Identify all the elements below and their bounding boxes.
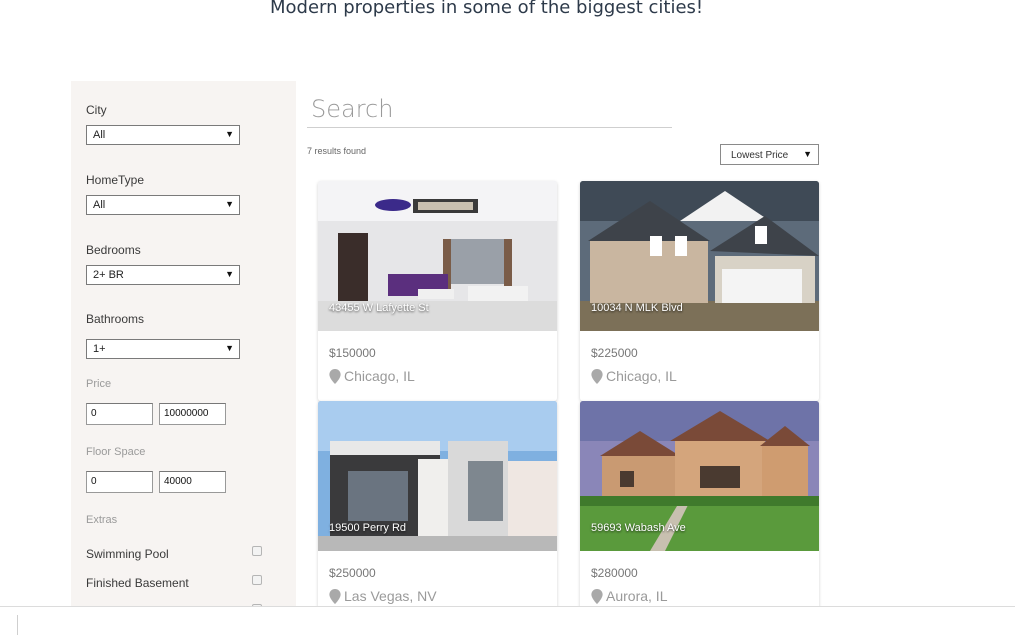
listing-location: Las Vegas, NV [329, 588, 437, 604]
listing-address: 59693 Wabash Ave [591, 522, 686, 534]
swimming-pool-checkbox[interactable] [252, 546, 262, 556]
map-pin-icon [591, 588, 603, 604]
listing-address: 19500 Perry Rd [329, 522, 407, 534]
listing-price: $225000 [591, 346, 638, 360]
search-input[interactable]: Search [311, 95, 393, 123]
panel-divider [17, 615, 18, 635]
listing-price: $250000 [329, 566, 376, 580]
bedrooms-select-value: 2+ BR [93, 269, 124, 281]
sort-select-value: Lowest Price [731, 150, 789, 161]
listing-address: 10034 N MLK Blvd [591, 302, 683, 314]
floor-space-max-input[interactable]: 40000 [159, 471, 226, 493]
filter-sidebar: City All ▼ HomeType All ▼ Bedrooms 2+ BR… [71, 81, 296, 634]
city-select[interactable]: All ▼ [86, 125, 240, 145]
floor-space-label: Floor Space [86, 446, 146, 458]
floor-space-min-input[interactable]: 0 [86, 471, 153, 493]
listing-price: $280000 [591, 566, 638, 580]
listing-location-text: Aurora, IL [606, 588, 668, 604]
search-underline [307, 127, 672, 128]
map-pin-icon [329, 588, 341, 604]
listing-location: Chicago, IL [329, 368, 415, 384]
bottom-panel [0, 606, 1015, 635]
map-pin-icon [591, 368, 603, 384]
hometype-select-value: All [93, 199, 106, 211]
listing-card[interactable]: 43455 W Lafyette St $150000 Chicago, IL [318, 181, 557, 401]
sort-select[interactable]: Lowest Price ▼ [720, 144, 819, 165]
chevron-down-icon: ▼ [225, 199, 234, 209]
listing-card[interactable]: 19500 Perry Rd $250000 Las Vegas, NV [318, 401, 557, 621]
listing-card[interactable]: 59693 Wabash Ave $280000 Aurora, IL [580, 401, 819, 621]
city-label: City [86, 103, 107, 117]
finished-basement-checkbox[interactable] [252, 575, 262, 585]
price-label: Price [86, 378, 112, 390]
price-min-input[interactable]: 0 [86, 403, 153, 425]
page-tagline: Modern properties in some of the biggest… [270, 0, 704, 18]
chevron-down-icon: ▼ [803, 149, 812, 159]
results-count: 7 results found [307, 146, 367, 156]
chevron-down-icon: ▼ [225, 269, 234, 279]
hometype-label: HomeType [86, 173, 145, 187]
listing-location-text: Chicago, IL [606, 368, 677, 384]
listing-location-text: Chicago, IL [344, 368, 415, 384]
chevron-down-icon: ▼ [225, 129, 234, 139]
city-select-value: All [93, 129, 106, 141]
bedrooms-select[interactable]: 2+ BR ▼ [86, 265, 240, 285]
map-pin-icon [329, 368, 341, 384]
listing-location: Aurora, IL [591, 588, 667, 604]
listing-location: Chicago, IL [591, 368, 677, 384]
listing-address: 43455 W Lafyette St [329, 302, 429, 314]
bedrooms-label: Bedrooms [86, 243, 141, 257]
bathrooms-label: Bathrooms [86, 312, 145, 326]
bathrooms-select-value: 1+ [93, 343, 106, 355]
listing-price: $150000 [329, 346, 376, 360]
extras-item-swimming-pool-label: Swimming Pool [86, 547, 169, 561]
listing-location-text: Las Vegas, NV [344, 588, 437, 604]
listing-card[interactable]: 10034 N MLK Blvd $225000 Chicago, IL [580, 181, 819, 401]
extras-label: Extras [86, 514, 118, 526]
chevron-down-icon: ▼ [225, 343, 234, 353]
hometype-select[interactable]: All ▼ [86, 195, 240, 215]
extras-item-finished-basement-label: Finished Basement [86, 576, 189, 590]
bathrooms-select[interactable]: 1+ ▼ [86, 339, 240, 359]
price-max-input[interactable]: 10000000 [159, 403, 226, 425]
